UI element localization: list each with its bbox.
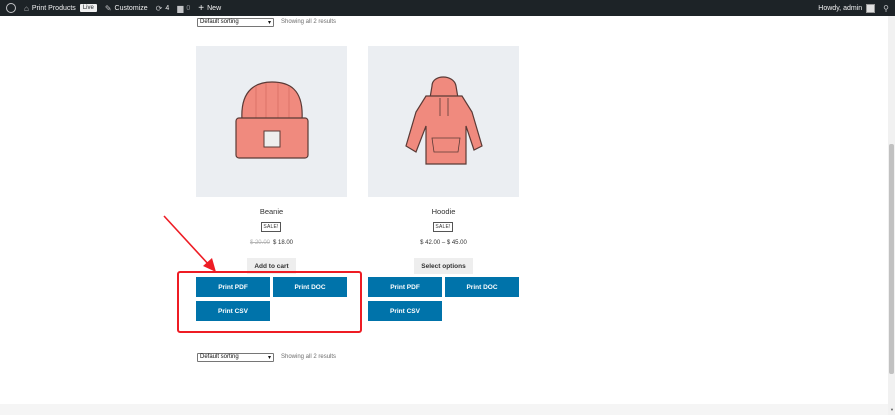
footer-strip <box>0 404 888 415</box>
updates-count: 4 <box>165 4 170 12</box>
result-count-top: Showing all 2 results <box>281 19 337 25</box>
print-doc-button[interactable]: Print DOC <box>445 277 519 297</box>
select-options-button[interactable]: Select options <box>414 258 473 274</box>
chevron-down-icon: ▾ <box>267 354 271 361</box>
price-new: $ 18.00 <box>273 240 294 246</box>
result-count-bottom: Showing all 2 results <box>281 354 337 360</box>
sorting-select-value: Default sorting <box>200 19 239 25</box>
sorting-toolbar-bottom: Default sorting ▾ Showing all 2 results <box>197 352 336 362</box>
search-icon[interactable]: ⚲ <box>883 4 889 13</box>
dashboard-icon: ⌂ <box>24 3 29 13</box>
wordpress-logo-icon <box>6 3 16 13</box>
sorting-toolbar-top: Default sorting ▾ Showing all 2 results <box>197 17 336 27</box>
product-title[interactable]: Hoodie <box>368 207 519 216</box>
wordpress-logo-button[interactable] <box>0 0 20 16</box>
sorting-select-bottom[interactable]: Default sorting ▾ <box>197 352 274 362</box>
sale-badge: SALE! <box>261 222 281 232</box>
updates-icon: ⟳ <box>155 3 163 13</box>
beanie-image[interactable] <box>196 46 347 197</box>
new-content-link[interactable]: + New <box>194 0 225 16</box>
new-label: New <box>207 4 222 12</box>
print-csv-button[interactable]: Print CSV <box>368 301 442 321</box>
sorting-select-top[interactable]: Default sorting ▾ <box>197 17 274 27</box>
my-account-link[interactable]: Howdy, admin <box>818 0 876 16</box>
sale-badge: SALE! <box>433 222 453 232</box>
price-old: $ 20.00 <box>249 240 270 246</box>
avatar <box>866 3 876 13</box>
updates-link[interactable]: ⟳ 4 <box>152 0 174 16</box>
chevron-down-icon: ▾ <box>267 19 271 26</box>
site-name-label: Print Products <box>31 4 76 12</box>
print-pdf-button[interactable]: Print PDF <box>368 277 442 297</box>
comment-icon: ▆ <box>177 3 184 13</box>
brush-icon: ✎ <box>104 3 112 13</box>
comments-count: 0 <box>186 4 191 12</box>
admin-bar: ⌂ Print Products Live ✎ Customize ⟳ 4 ▆ … <box>0 0 895 16</box>
hoodie-illustration <box>405 76 483 165</box>
live-badge: Live <box>79 4 97 12</box>
annotation-arrow <box>163 215 216 272</box>
scroll-down-arrow-icon[interactable]: ▼ <box>890 407 894 412</box>
page-scrollbar[interactable]: ▼ <box>888 16 895 415</box>
howdy-label: Howdy, admin <box>818 4 863 12</box>
comments-link[interactable]: ▆ 0 <box>173 0 194 16</box>
customize-link[interactable]: ✎ Customize <box>101 0 152 16</box>
annotation-highlight-box <box>177 271 362 333</box>
beanie-illustration <box>235 81 309 159</box>
site-name-link[interactable]: ⌂ Print Products Live <box>20 0 101 16</box>
hoodie-image[interactable] <box>368 46 519 197</box>
plus-icon: + <box>198 2 205 14</box>
sorting-select-value: Default sorting <box>200 354 239 360</box>
product-price-range: $ 42.00 – $ 45.00 <box>420 240 467 246</box>
scrollbar-thumb[interactable] <box>889 144 894 374</box>
customize-label: Customize <box>114 4 148 12</box>
